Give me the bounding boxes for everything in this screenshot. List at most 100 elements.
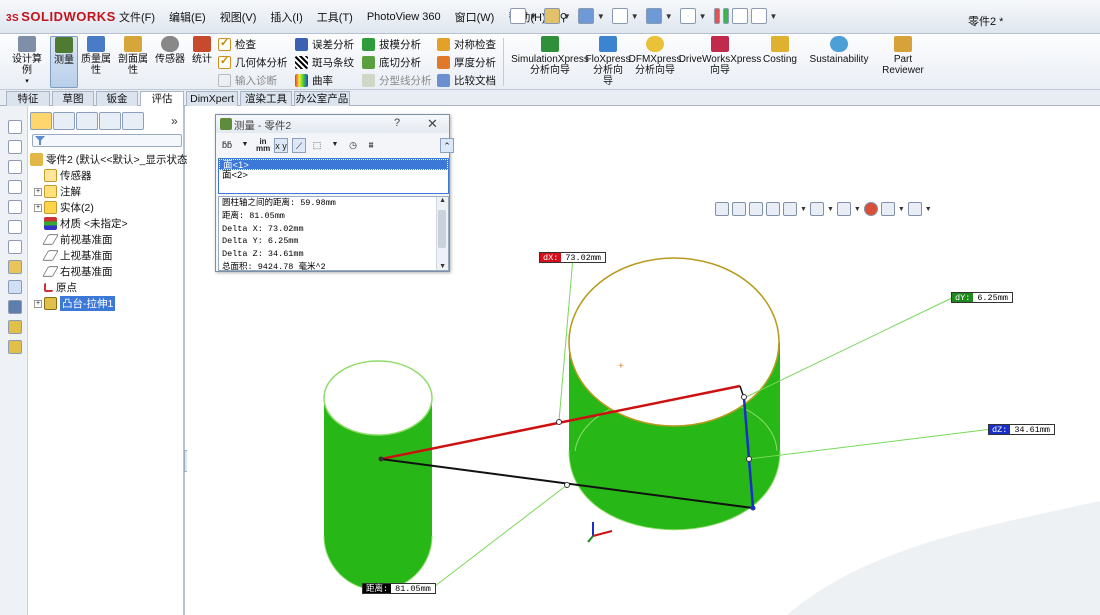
- options-icon[interactable]: [750, 8, 767, 24]
- expand-icon[interactable]: +: [34, 299, 42, 308]
- tree-item-front-plane[interactable]: 前视基准面: [42, 232, 113, 247]
- arc-dropdown-icon[interactable]: ▼: [238, 138, 252, 153]
- edit-appearance-icon[interactable]: [863, 202, 878, 216]
- sustainability-button[interactable]: Sustainability: [808, 36, 870, 88]
- scrollbar-thumb[interactable]: [438, 210, 446, 248]
- selection-face-1[interactable]: 面<1>: [219, 159, 448, 171]
- tab-office-products[interactable]: 办公室产品: [294, 91, 350, 106]
- close-button[interactable]: ✕: [427, 116, 438, 132]
- zebra-stripes-button[interactable]: 斑马条纹: [295, 54, 354, 71]
- tab-features[interactable]: 特征: [6, 91, 50, 106]
- view-orientation-icon[interactable]: [783, 202, 797, 216]
- delta-y-callout[interactable]: dY: 6.25mm: [951, 292, 1013, 303]
- expand-icon[interactable]: +: [34, 187, 42, 196]
- sensor-button[interactable]: 传感器: [154, 36, 186, 88]
- tree-root-part[interactable]: 零件2 (默认<<默认>_显示状态: [30, 152, 188, 167]
- measure-button[interactable]: 测量: [50, 36, 78, 88]
- menu-file[interactable]: 文件(F): [112, 9, 162, 25]
- selection-face-2[interactable]: 面<2>: [219, 170, 448, 181]
- top-view-icon[interactable]: [8, 200, 22, 214]
- menu-window[interactable]: 窗口(W): [448, 9, 502, 25]
- tab-sheet-metal[interactable]: 钣金: [96, 91, 138, 106]
- tree-item-right-plane[interactable]: 右视基准面: [42, 264, 113, 279]
- selection-list[interactable]: 面<1> 面<2>: [218, 158, 449, 194]
- right-view-icon[interactable]: [8, 180, 22, 194]
- symmetry-check-button[interactable]: 对称检查: [437, 36, 496, 53]
- draft-analysis-button[interactable]: 拔模分析: [362, 36, 421, 53]
- statistics-button[interactable]: 统计: [189, 36, 215, 88]
- costing-button[interactable]: Costing: [760, 36, 800, 88]
- select-cursor-icon[interactable]: [679, 8, 696, 24]
- save-dropdown-icon[interactable]: ▼: [597, 12, 605, 21]
- create-sensor-icon[interactable]: ⩩: [364, 138, 378, 153]
- small-cylinder[interactable]: [323, 360, 433, 591]
- undo-icon[interactable]: [645, 8, 662, 24]
- apply-scene-icon[interactable]: [880, 202, 895, 216]
- tree-item-origin[interactable]: 原点: [44, 280, 77, 295]
- driveworksxpress-button[interactable]: DriveWorksXpress 向导: [679, 36, 761, 88]
- display-style-icon[interactable]: [809, 202, 824, 216]
- tree-item-boss-extrude[interactable]: + 凸台-拉伸1: [34, 296, 116, 311]
- print-dropdown-icon[interactable]: ▼: [631, 12, 639, 21]
- curvature-button[interactable]: 曲率: [295, 72, 333, 89]
- tab-sketch[interactable]: 草图: [52, 91, 94, 106]
- floxpress-button[interactable]: FloXpress 分析向 导: [586, 36, 631, 88]
- file-properties-icon[interactable]: [731, 8, 748, 24]
- feature-manager-tab-icon[interactable]: [30, 112, 52, 130]
- section-view-icon[interactable]: [766, 202, 780, 216]
- zoom-to-fit-icon[interactable]: [715, 202, 729, 216]
- section-properties-button[interactable]: 剖面属 性: [116, 36, 150, 88]
- open-folder-icon[interactable]: [543, 8, 560, 24]
- check-button[interactable]: 检查: [218, 36, 256, 53]
- dimxpert-manager-tab-icon[interactable]: [99, 112, 121, 130]
- measurement-history-icon[interactable]: ◷: [346, 138, 360, 153]
- zoom-to-area-icon[interactable]: [732, 202, 746, 216]
- collapse-dialog-icon[interactable]: ⌃: [440, 137, 454, 153]
- large-cylinder-top-face[interactable]: [568, 257, 780, 427]
- help-button[interactable]: ?: [394, 117, 400, 129]
- rebuild-traffic-light-icon[interactable]: [713, 8, 720, 24]
- back-view-icon[interactable]: [8, 140, 22, 154]
- expand-panel-icon[interactable]: »: [171, 114, 178, 128]
- solidworks-logo[interactable]: 3S SOLIDWORKS: [6, 9, 116, 24]
- small-cylinder-top-face[interactable]: [323, 360, 433, 436]
- tree-item-solid-bodies[interactable]: + 实体(2): [34, 200, 94, 215]
- display-manager-tab-icon[interactable]: [122, 112, 144, 130]
- menu-tools[interactable]: 工具(T): [310, 9, 360, 25]
- tab-dimxpert[interactable]: DimXpert: [186, 91, 238, 106]
- new-dropdown-icon[interactable]: ▼: [529, 12, 537, 21]
- measure-dialog-titlebar[interactable]: 测量 - 零件2 ? ✕: [216, 115, 449, 133]
- save-icon[interactable]: [577, 8, 594, 24]
- print-icon[interactable]: [611, 8, 628, 24]
- tree-item-sensors[interactable]: 传感器: [44, 168, 92, 183]
- smart-dimension-icon[interactable]: [8, 280, 22, 294]
- feature-filter-input[interactable]: [32, 134, 182, 147]
- part-reviewer-button[interactable]: Part Reviewer: [880, 36, 926, 88]
- design-study-button[interactable]: 设计算 例 ▾: [8, 36, 46, 88]
- isometric-view-icon[interactable]: [8, 240, 22, 254]
- undo-dropdown-icon[interactable]: ▼: [665, 12, 673, 21]
- left-view-icon[interactable]: [8, 160, 22, 174]
- tree-item-annotations[interactable]: + 注解: [34, 184, 81, 199]
- thickness-analysis-button[interactable]: 厚度分析: [437, 54, 496, 71]
- property-manager-tab-icon[interactable]: [53, 112, 75, 130]
- sketch-icon[interactable]: [8, 260, 22, 274]
- undercut-analysis-button[interactable]: 底切分析: [362, 54, 421, 71]
- options-dropdown-icon[interactable]: ▼: [770, 12, 778, 21]
- new-document-icon[interactable]: [510, 8, 526, 24]
- delta-z-callout[interactable]: dZ: 34.61mm: [988, 424, 1056, 435]
- large-cylinder[interactable]: +: [568, 257, 781, 531]
- design-study-dropdown-icon[interactable]: ▾: [25, 76, 29, 87]
- show-xyz-measurements-icon[interactable]: x y z: [274, 137, 288, 165]
- open-dropdown-icon[interactable]: ▼: [563, 12, 571, 21]
- hide-show-dropdown-icon[interactable]: ▼: [854, 206, 861, 213]
- tab-render-tools[interactable]: 渲染工具: [240, 91, 292, 106]
- scroll-down-icon[interactable]: ▼: [439, 263, 446, 270]
- tree-item-material[interactable]: 材质 <未指定>: [44, 216, 128, 231]
- dfmxpress-button[interactable]: DFMXpress 分析向导: [629, 36, 681, 88]
- compare-documents-button[interactable]: 比较文档: [437, 72, 496, 89]
- tree-item-top-plane[interactable]: 上视基准面: [42, 248, 113, 263]
- view-orientation-dropdown-icon[interactable]: ▼: [800, 206, 807, 213]
- deviation-analysis-button[interactable]: 误差分析: [295, 36, 354, 53]
- display-style-dropdown-icon[interactable]: ▼: [827, 206, 834, 213]
